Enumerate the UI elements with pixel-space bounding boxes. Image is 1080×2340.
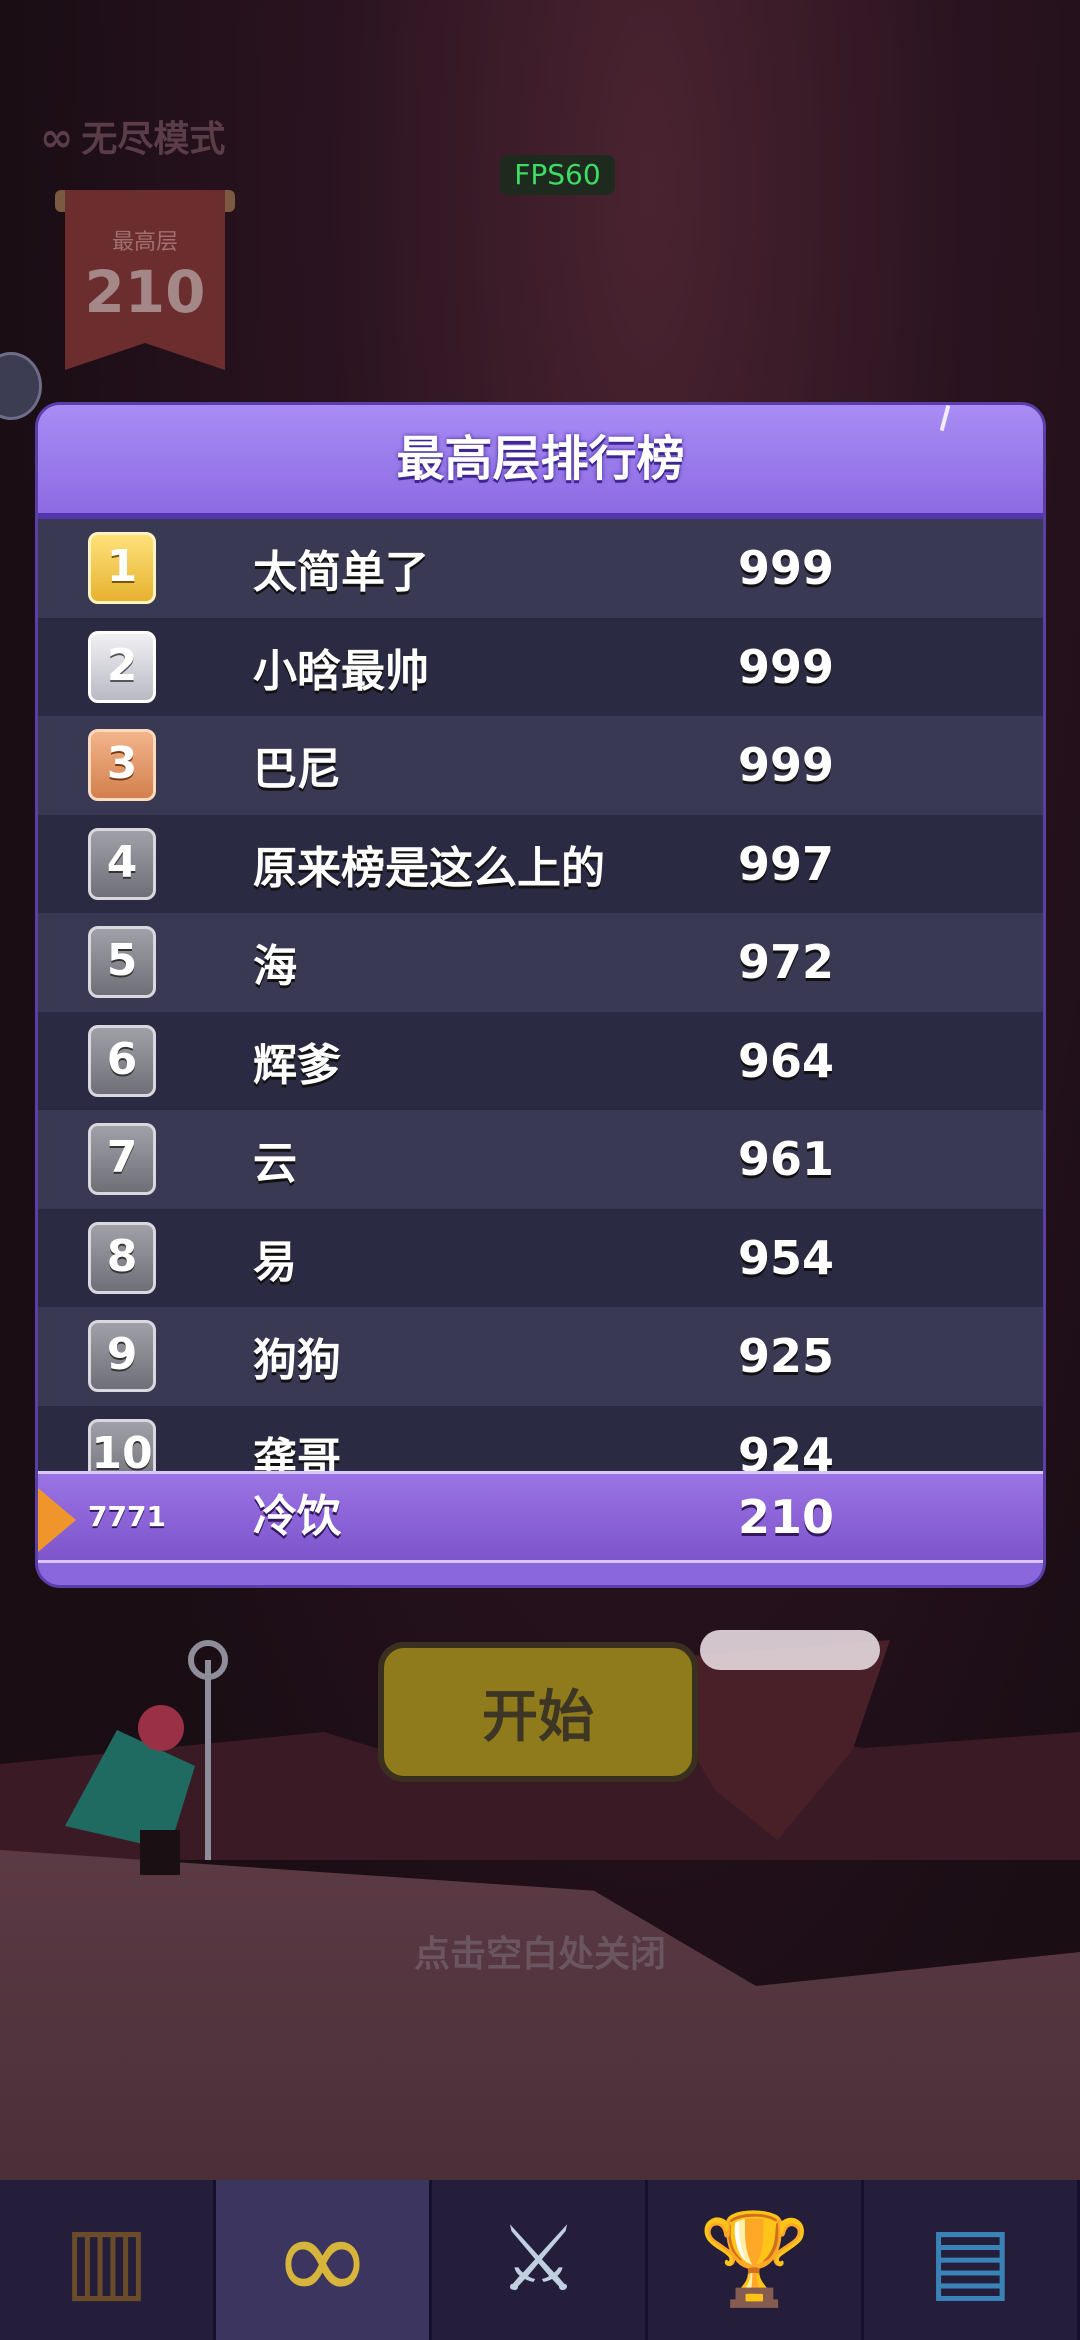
nav-tower[interactable]: ▥	[0, 2180, 216, 2340]
player-name: 太简单了	[253, 547, 429, 599]
best-floor-label: 最高层	[111, 230, 178, 255]
rank-badge-bronze: 3	[88, 729, 156, 802]
my-name: 冷饮	[253, 1491, 341, 1542]
leaderboard-row: 10 龚哥 924	[38, 1405, 1043, 1471]
leaderboard-row: 6 辉爹 964	[38, 1011, 1043, 1110]
player-score: 997	[738, 836, 835, 891]
fps-counter: FPS60	[500, 155, 615, 195]
player-name: 云	[253, 1138, 297, 1190]
floating-rock-snow	[700, 1630, 880, 1670]
player-name: 易	[253, 1236, 297, 1288]
player-score: 999	[738, 541, 835, 596]
infinity-small-icon: ∞	[40, 115, 74, 161]
rank-badge: 10	[88, 1418, 156, 1471]
player-score: 972	[738, 935, 835, 990]
leaderboard-row: 4 原来榜是这么上的 997	[38, 814, 1043, 913]
my-rank: 7771	[88, 1500, 166, 1533]
rank-badge: 4	[88, 827, 156, 900]
player-score: 999	[738, 639, 835, 694]
player-name: 原来榜是这么上的	[253, 842, 605, 894]
mode-label: ∞ 无尽模式	[40, 115, 226, 161]
leaderboard-row: 3 巴尼 999	[38, 716, 1043, 815]
player-name: 龚哥	[253, 1433, 341, 1471]
start-button[interactable]: 开始	[378, 1642, 698, 1782]
nav-ranking[interactable]: 🏆	[648, 2180, 864, 2340]
tower-icon: ▥	[63, 2207, 150, 2312]
player-name: 辉爹	[253, 1039, 341, 1091]
player-score: 961	[738, 1132, 835, 1187]
infinity-icon: ∞	[272, 2190, 373, 2329]
bottom-nav: ▥ ∞ ⚔ 🏆 ▤	[0, 2180, 1080, 2340]
leaderboard-row: 8 易 954	[38, 1208, 1043, 1307]
leaderboard-row: 2 小晗最帅 999	[38, 617, 1043, 716]
scroll-icon: ▤	[927, 2207, 1014, 2312]
rank-badge: 9	[88, 1320, 156, 1393]
nav-endless[interactable]: ∞	[216, 2180, 432, 2340]
character-legs	[140, 1830, 180, 1875]
player-name: 海	[253, 941, 297, 993]
leaderboard-modal: 最高层排行榜 1 太简单了 999 2 小晗最帅 999 3 巴尼 999 4 …	[38, 405, 1043, 1585]
leaderboard-row: 9 狗狗 925	[38, 1307, 1043, 1406]
rank-badge: 5	[88, 926, 156, 999]
leaderboard-row: 1 太简单了 999	[38, 519, 1043, 618]
leaderboard-list[interactable]: 1 太简单了 999 2 小晗最帅 999 3 巴尼 999 4 原来榜是这么上…	[38, 519, 1043, 1471]
player-score: 999	[738, 738, 835, 793]
leaderboard-row: 7 云 961	[38, 1110, 1043, 1209]
leaderboard-title: 最高层排行榜	[396, 431, 685, 487]
character-staff	[205, 1660, 211, 1860]
rank-badge-silver: 2	[88, 630, 156, 703]
rank-badge: 6	[88, 1024, 156, 1097]
my-score: 210	[738, 1490, 835, 1544]
best-floor-value: 210	[84, 258, 206, 326]
rank-badge: 7	[88, 1123, 156, 1196]
nav-scroll[interactable]: ▤	[864, 2180, 1080, 2340]
character-head	[138, 1705, 184, 1751]
current-player-arrow-icon	[38, 1488, 76, 1552]
player-score: 925	[738, 1329, 835, 1384]
my-rank-row: 7771 冷饮 210	[38, 1471, 1043, 1563]
leaderboard-footer	[38, 1563, 1043, 1585]
rank-badge: 8	[88, 1221, 156, 1294]
player-score: 964	[738, 1033, 835, 1088]
player-name: 小晗最帅	[253, 645, 429, 697]
rank-badge-gold: 1	[88, 532, 156, 605]
player-score: 924	[738, 1427, 835, 1471]
close-hint: 点击空白处关闭	[413, 1934, 666, 1975]
trophy-icon: 🏆	[698, 2207, 811, 2312]
background-ground	[0, 1850, 1080, 2190]
crossed-swords-icon: ⚔	[498, 2207, 579, 2312]
player-name: 狗狗	[253, 1335, 341, 1387]
leaderboard-row: 5 海 972	[38, 913, 1043, 1012]
nav-battle[interactable]: ⚔	[432, 2180, 648, 2340]
player-score: 954	[738, 1230, 835, 1285]
player-name: 巴尼	[253, 744, 341, 796]
